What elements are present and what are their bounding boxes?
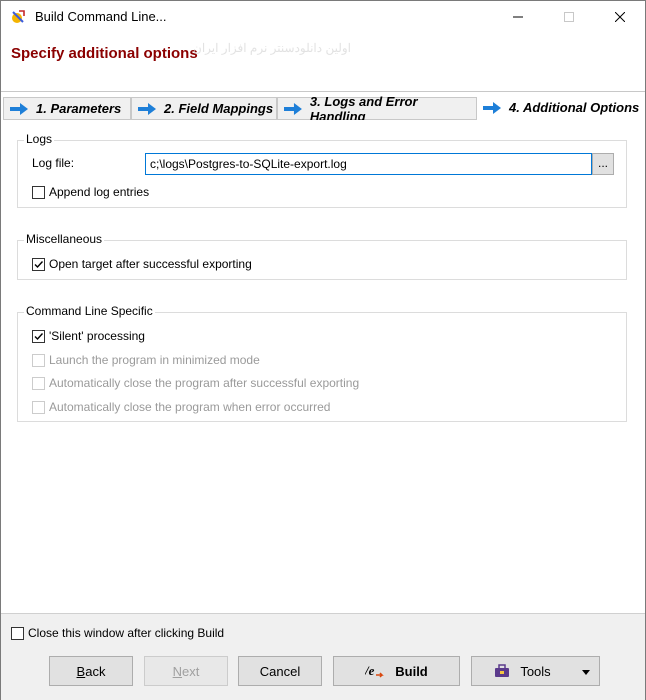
header-divider — [1, 91, 645, 92]
tab-label: 2. Field Mappings — [164, 101, 274, 116]
cancel-button[interactable]: Cancel — [238, 656, 322, 686]
arrow-right-icon — [138, 102, 156, 115]
watermark-text: اولین دانلودسنتر نرم افزار ایران — [193, 41, 351, 55]
svg-text:/e: /e — [365, 663, 375, 678]
auto-close-success-checkbox: Automatically close the program after su… — [32, 376, 359, 390]
footer-bar: Close this window after clicking Build B… — [1, 613, 645, 700]
next-button: Next — [144, 656, 228, 686]
checkbox-label: Automatically close the program after su… — [49, 376, 360, 390]
log-file-label: Log file: — [32, 156, 75, 170]
group-title: Logs — [24, 132, 55, 146]
checkbox-box — [11, 626, 24, 640]
button-label: Cancel — [259, 663, 301, 679]
browse-button[interactable]: ... — [592, 153, 614, 175]
close-button[interactable] — [597, 1, 643, 33]
group-title: Command Line Specific — [24, 304, 155, 318]
checkbox-box — [32, 257, 45, 271]
group-title: Miscellaneous — [24, 232, 105, 246]
title-bar[interactable]: Build Command Line... — [1, 1, 645, 33]
checkbox-label: Launch the program in minimized mode — [49, 353, 260, 367]
log-file-input[interactable]: c;\logs\Postgres-to-SQLite-export.log — [145, 153, 592, 175]
silent-processing-checkbox[interactable]: 'Silent' processing — [32, 329, 145, 343]
checkbox-label: Automatically close the program when err… — [49, 400, 331, 414]
logs-group: Logs Log file: c;\logs\Postgres-to-SQLit… — [17, 132, 627, 208]
window-title: Build Command Line... — [35, 9, 167, 24]
tab-logs-error-handling[interactable]: 3. Logs and Error Handling — [277, 94, 477, 124]
button-label: Tools — [520, 663, 551, 679]
auto-close-error-checkbox: Automatically close the program when err… — [32, 400, 330, 414]
tools-button[interactable]: Tools — [471, 656, 600, 686]
maximize-icon — [564, 12, 574, 22]
tab-field-mappings[interactable]: 2. Field Mappings — [131, 97, 277, 119]
checkbox-label: 'Silent' processing — [49, 329, 145, 343]
checkbox-label: Close this window after clicking Build — [28, 626, 225, 640]
minimize-button[interactable] — [495, 1, 541, 33]
app-icon — [12, 10, 25, 23]
tab-label: 1. Parameters — [36, 101, 122, 116]
button-label: Build — [395, 663, 428, 679]
checkbox-label: Open target after successful exporting — [49, 257, 252, 271]
tab-parameters[interactable]: 1. Parameters — [3, 97, 131, 119]
checkbox-label: Append log entries — [49, 185, 150, 199]
button-label: Next — [172, 663, 200, 679]
checkbox-box — [32, 353, 45, 367]
tab-label: 3. Logs and Error Handling — [309, 93, 418, 124]
tab-additional-options[interactable]: 4. Additional Options — [477, 95, 645, 120]
command-line-specific-group: Command Line Specific 'Silent' processin… — [17, 304, 627, 422]
checkmark-icon — [34, 260, 44, 268]
checkbox-box — [32, 185, 45, 199]
minimize-icon — [513, 16, 523, 18]
chevron-down-icon — [582, 670, 590, 675]
open-target-checkbox[interactable]: Open target after successful exporting — [32, 257, 252, 271]
toolbox-icon — [494, 664, 510, 678]
close-icon — [615, 12, 625, 22]
miscellaneous-group: Miscellaneous Open target after successf… — [17, 232, 627, 280]
checkbox-box — [32, 400, 45, 414]
tab-label: 4. Additional Options — [509, 100, 640, 115]
arrow-right-icon — [284, 102, 302, 115]
button-label: Back — [76, 663, 106, 679]
checkmark-icon — [34, 332, 44, 340]
page-title: Specify additional options — [11, 45, 198, 62]
maximize-button — [546, 1, 592, 33]
checkbox-box — [32, 329, 45, 343]
arrow-right-icon — [483, 101, 501, 114]
options-panel: Logs Log file: c;\logs\Postgres-to-SQLit… — [3, 120, 643, 610]
build-command-line-window: Build Command Line... Specify additional… — [0, 0, 646, 700]
checkbox-box — [32, 376, 45, 390]
arrow-right-icon — [10, 102, 28, 115]
wizard-tabs: 1. Parameters 2. Field Mappings 3. Logs … — [3, 94, 645, 124]
back-button[interactable]: Back — [49, 656, 133, 686]
append-log-entries-checkbox[interactable]: Append log entries — [32, 185, 149, 199]
close-after-build-checkbox[interactable]: Close this window after clicking Build — [11, 626, 224, 640]
build-icon: /e — [365, 663, 385, 679]
build-button[interactable]: /e Build — [333, 656, 460, 686]
launch-minimized-checkbox: Launch the program in minimized mode — [32, 353, 260, 367]
